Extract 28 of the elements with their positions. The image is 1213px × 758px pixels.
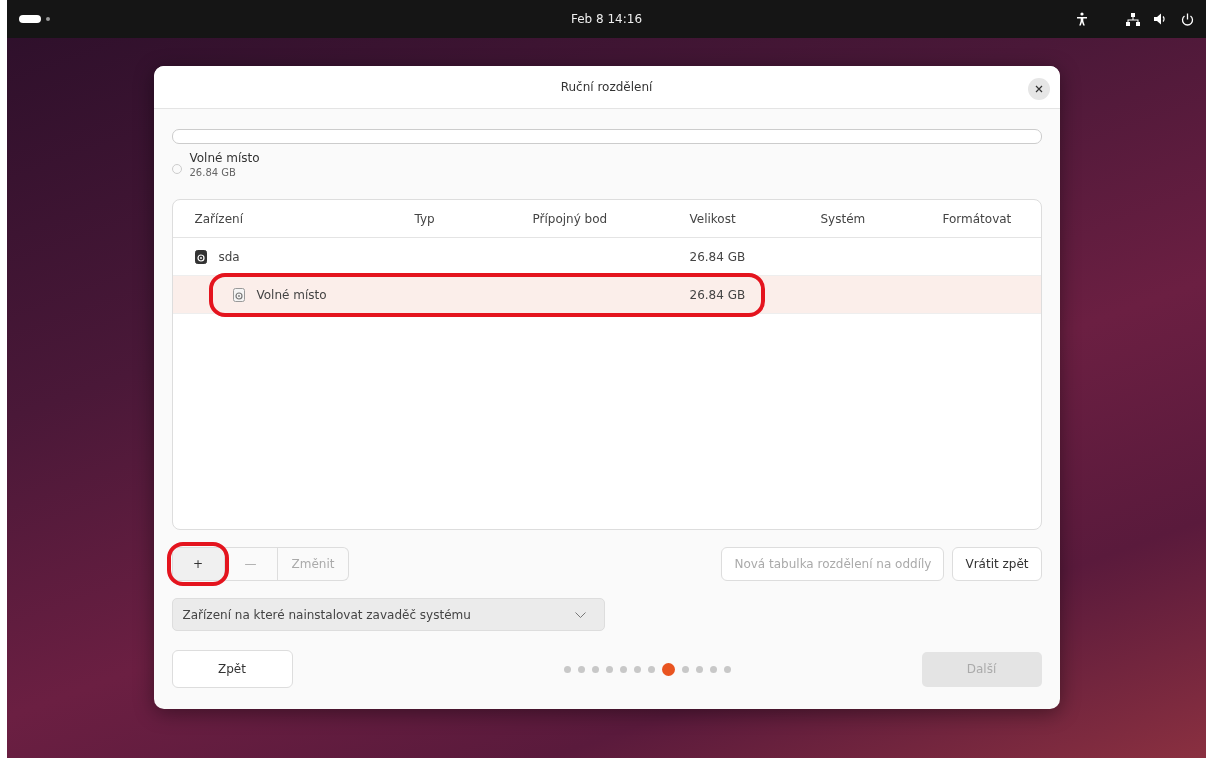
close-icon bbox=[1034, 85, 1043, 93]
column-header[interactable]: Formátovat bbox=[942, 211, 1041, 226]
volume-icon[interactable] bbox=[1154, 13, 1167, 25]
column-header[interactable]: Velikost bbox=[689, 211, 821, 226]
device-name: sda bbox=[218, 249, 240, 264]
back-button[interactable]: Zpět bbox=[171, 650, 293, 688]
accessibility-icon[interactable] bbox=[1076, 12, 1088, 26]
legend-label: Volné místo bbox=[189, 151, 260, 165]
annotation-box bbox=[166, 542, 229, 586]
column-header[interactable]: Zařízení bbox=[194, 211, 415, 226]
size-cell-text: 26.84 GB bbox=[689, 249, 747, 264]
column-header[interactable]: Typ bbox=[414, 211, 533, 226]
bootloader-dropdown[interactable]: Zařízení na které nainstalovat zavaděč systému bbox=[171, 598, 605, 631]
chevron-down-icon bbox=[574, 611, 586, 618]
power-icon[interactable] bbox=[1181, 12, 1194, 26]
legend-size: 26.84 GB bbox=[189, 167, 237, 178]
workspace-indicator-icon[interactable] bbox=[19, 15, 51, 23]
table-row[interactable]: Volné místo 26.84 GB bbox=[172, 276, 1041, 314]
add-button[interactable]: + bbox=[171, 547, 225, 581]
column-header[interactable]: Systém bbox=[820, 211, 943, 226]
network-icon[interactable] bbox=[1126, 12, 1140, 26]
revert-button[interactable]: Vrátit zpět bbox=[952, 547, 1042, 581]
clock[interactable]: Feb 8 14:16 bbox=[570, 12, 643, 26]
size-cell-text: 26.84 GB bbox=[689, 287, 747, 302]
device-name: Volné místo bbox=[256, 287, 327, 302]
close-button[interactable] bbox=[1027, 78, 1050, 100]
dialog-title: Ruční rozdělení bbox=[560, 80, 653, 94]
column-header[interactable]: Přípojný bod bbox=[532, 211, 690, 226]
